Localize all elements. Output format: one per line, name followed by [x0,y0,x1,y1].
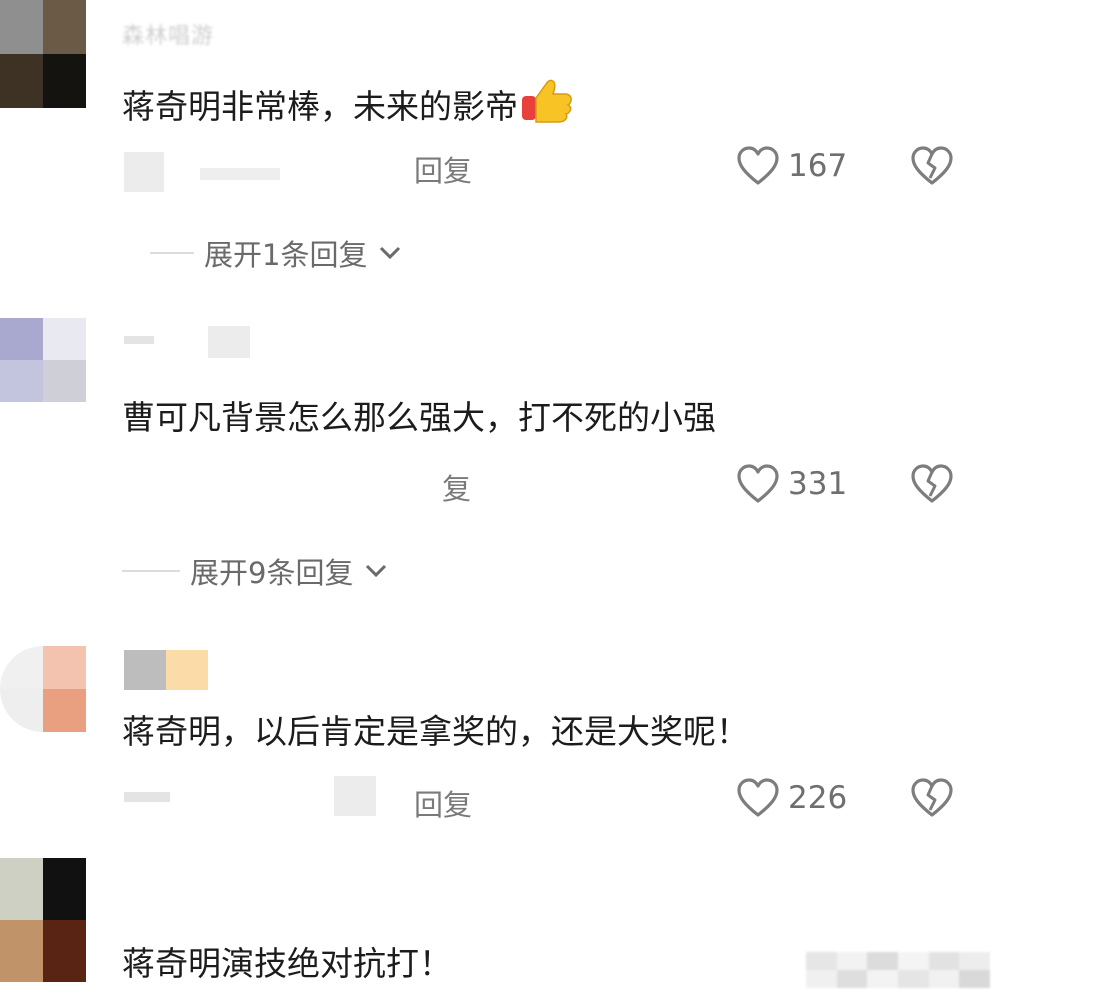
avatar[interactable] [0,858,86,982]
blurred-watermark [806,952,990,988]
reply-button[interactable]: 回复 [414,148,472,190]
avatar[interactable] [0,0,86,108]
avatar[interactable] [0,318,86,402]
like-button[interactable]: 226 [736,777,847,819]
like-count: 331 [788,466,848,502]
comment-text: 蒋奇明，以后肯定是拿奖的，还是大奖呢！ [122,712,749,751]
blurred-meta-block [334,776,376,816]
like-count: 167 [788,148,848,184]
dislike-button[interactable] [910,145,954,189]
reply-button[interactable]: 复 [442,466,471,508]
comment-text: 曹可凡背景怎么那么强大，打不死的小强 [122,398,716,437]
heart-outline-icon [737,464,779,503]
blurred-meta-text [124,792,170,802]
blurred-meta-text [200,168,280,180]
comment-text: 蒋奇明演技绝对抗打！ [122,944,452,983]
blurred-badge [208,326,250,358]
blurred-badge [166,650,208,690]
expand-replies-button[interactable]: 展开1条回复 [150,232,403,274]
heart-outline-icon [737,778,779,817]
blurred-meta-block [124,152,164,192]
expand-replies-button[interactable]: 展开9条回复 [122,550,389,592]
heart-outline-icon [737,146,779,185]
chevron-down-icon [366,564,387,578]
thumbs-up-emoji-icon [520,78,574,133]
divider-line [150,252,194,254]
comment-text: 蒋奇明非常棒，未来的影帝 [122,78,574,133]
dislike-button[interactable] [910,777,954,821]
broken-heart-icon [911,146,953,185]
broken-heart-icon [911,778,953,817]
username[interactable]: 森林唱游 [122,18,214,50]
divider-line [122,570,180,572]
blurred-username [124,650,166,690]
dislike-button[interactable] [910,463,954,507]
chevron-down-icon [380,246,401,260]
like-button[interactable]: 331 [736,463,847,505]
like-button[interactable]: 167 [736,145,847,187]
avatar[interactable] [0,646,86,732]
blurred-username [124,336,154,344]
like-count: 226 [788,780,848,816]
reply-button[interactable]: 回复 [414,782,472,824]
broken-heart-icon [911,464,953,503]
